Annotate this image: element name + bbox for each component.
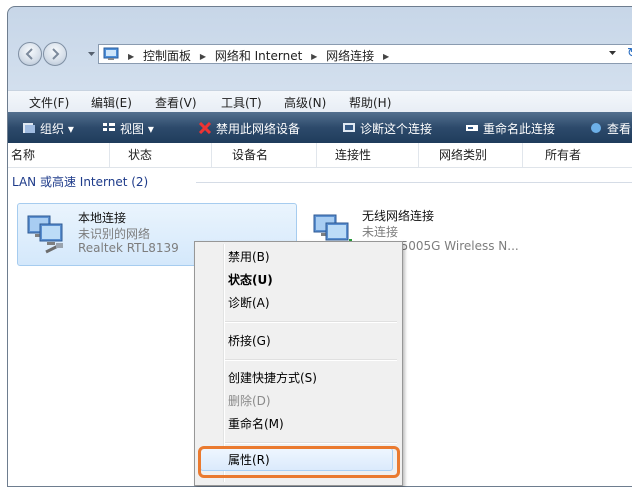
- command-bar: 组织 ▾ 视图 ▾ 禁用此网络设备 诊断这个连接 重命名此连接 查看: [8, 112, 632, 143]
- breadcrumb: ▶ 控制面板 ▶ 网络和 Internet ▶ 网络连接 ▶: [123, 47, 394, 64]
- wireless-item-name: 无线网络连接: [362, 209, 435, 223]
- address-bar[interactable]: ▶ 控制面板 ▶ 网络和 Internet ▶ 网络连接 ▶ ↻: [98, 44, 632, 64]
- column-connectivity[interactable]: 连接性: [317, 143, 419, 167]
- rename-label: 重命名此连接: [483, 122, 556, 136]
- menu-file[interactable]: 文件(F): [29, 94, 69, 111]
- item-device: Realtek RTL8139: [78, 241, 179, 255]
- diagnose-button[interactable]: 诊断这个连接: [342, 120, 432, 137]
- group-divider: [196, 182, 632, 183]
- back-button[interactable]: [18, 42, 42, 66]
- column-name[interactable]: 名称: [8, 143, 110, 167]
- network-connection-icon: [27, 215, 63, 254]
- forward-arrow-icon: [52, 48, 60, 60]
- menu-item-disable[interactable]: 禁用(B): [228, 246, 270, 268]
- menu-tools[interactable]: 工具(T): [221, 94, 262, 111]
- item-status: 未识别的网络: [78, 227, 151, 241]
- menu-separator: [225, 321, 397, 323]
- menu-item-create-shortcut[interactable]: 创建快捷方式(S): [228, 367, 317, 389]
- organize-label: 组织 ▾: [40, 122, 74, 136]
- column-owner[interactable]: 所有者: [523, 143, 632, 167]
- column-headers: 名称 状态 设备名 连接性 网络类别 所有者: [8, 143, 632, 168]
- menu-help[interactable]: 帮助(H): [349, 94, 391, 111]
- column-network-category[interactable]: 网络类别: [419, 143, 523, 167]
- group-header[interactable]: LAN 或高速 Internet (2): [8, 171, 632, 191]
- menu-edit[interactable]: 编辑(E): [91, 94, 132, 111]
- menu-item-diagnose[interactable]: 诊断(A): [228, 292, 270, 314]
- breadcrumb-network-internet[interactable]: 网络和 Internet: [215, 47, 302, 64]
- menu-view[interactable]: 查看(V): [155, 94, 197, 111]
- column-name-label: 名称: [11, 148, 36, 162]
- menu-advanced[interactable]: 高级(N): [284, 94, 326, 111]
- status-icon: [591, 123, 601, 133]
- breadcrumb-separator-icon[interactable]: ▶: [383, 52, 389, 61]
- address-dropdown-icon[interactable]: [609, 51, 616, 56]
- breadcrumb-control-panel[interactable]: 控制面板: [143, 47, 191, 64]
- view-status-button[interactable]: 查看: [589, 120, 631, 137]
- recent-pages-dropdown-icon[interactable]: [88, 52, 95, 57]
- menu-item-bridge[interactable]: 桥接(G): [228, 330, 271, 352]
- breadcrumb-separator-icon: ▶: [311, 52, 318, 61]
- menu-bar: 文件(F) 编辑(E) 查看(V) 工具(T) 高级(N) 帮助(H): [8, 90, 632, 113]
- diagnose-icon: [343, 123, 355, 132]
- back-arrow-icon: [25, 48, 33, 60]
- views-icon: [103, 123, 115, 131]
- rename-button[interactable]: 重命名此连接: [465, 120, 555, 137]
- menu-separator: [225, 359, 397, 361]
- views-button[interactable]: 视图 ▾: [102, 120, 154, 137]
- diagnose-label: 诊断这个连接: [360, 122, 433, 136]
- view-status-label: 查看: [607, 122, 632, 136]
- column-network-category-label: 网络类别: [439, 148, 488, 162]
- menu-item-rename[interactable]: 重命名(M): [228, 413, 284, 435]
- group-label: LAN 或高速 Internet (2): [12, 175, 149, 189]
- column-owner-label: 所有者: [545, 148, 582, 162]
- column-connectivity-label: 连接性: [335, 148, 372, 162]
- menu-separator: [225, 442, 397, 444]
- breadcrumb-separator-icon: ▶: [128, 52, 135, 61]
- menu-item-delete: 删除(D): [228, 394, 271, 408]
- menu-item-status[interactable]: 状态(U): [228, 269, 273, 291]
- breadcrumb-network-connections[interactable]: 网络连接: [326, 47, 374, 64]
- views-label: 视图 ▾: [120, 122, 154, 136]
- item-name: 本地连接: [78, 211, 127, 225]
- red-x-icon: [198, 122, 212, 134]
- refresh-icon[interactable]: ↻: [627, 46, 632, 61]
- organize-button[interactable]: 组织 ▾: [22, 120, 74, 137]
- highlight-callout-box: [198, 446, 400, 478]
- organize-icon: [23, 123, 35, 133]
- disable-device-button[interactable]: 禁用此网络设备: [198, 120, 300, 137]
- column-status-label: 状态: [128, 148, 153, 162]
- control-panel-icon: [103, 47, 119, 60]
- breadcrumb-separator-icon: ▶: [199, 52, 206, 61]
- disable-device-label: 禁用此网络设备: [216, 122, 301, 136]
- forward-button[interactable]: [43, 42, 67, 66]
- wireless-item-status: 未连接: [362, 225, 399, 239]
- navigation-bar: ▶ 控制面板 ▶ 网络和 Internet ▶ 网络连接 ▶ ↻: [8, 37, 632, 69]
- rename-icon: [466, 125, 478, 131]
- column-status[interactable]: 状态: [110, 143, 212, 167]
- column-device-label: 设备名: [232, 148, 269, 162]
- column-device[interactable]: 设备名: [212, 143, 317, 167]
- window-frame-top: [8, 7, 632, 37]
